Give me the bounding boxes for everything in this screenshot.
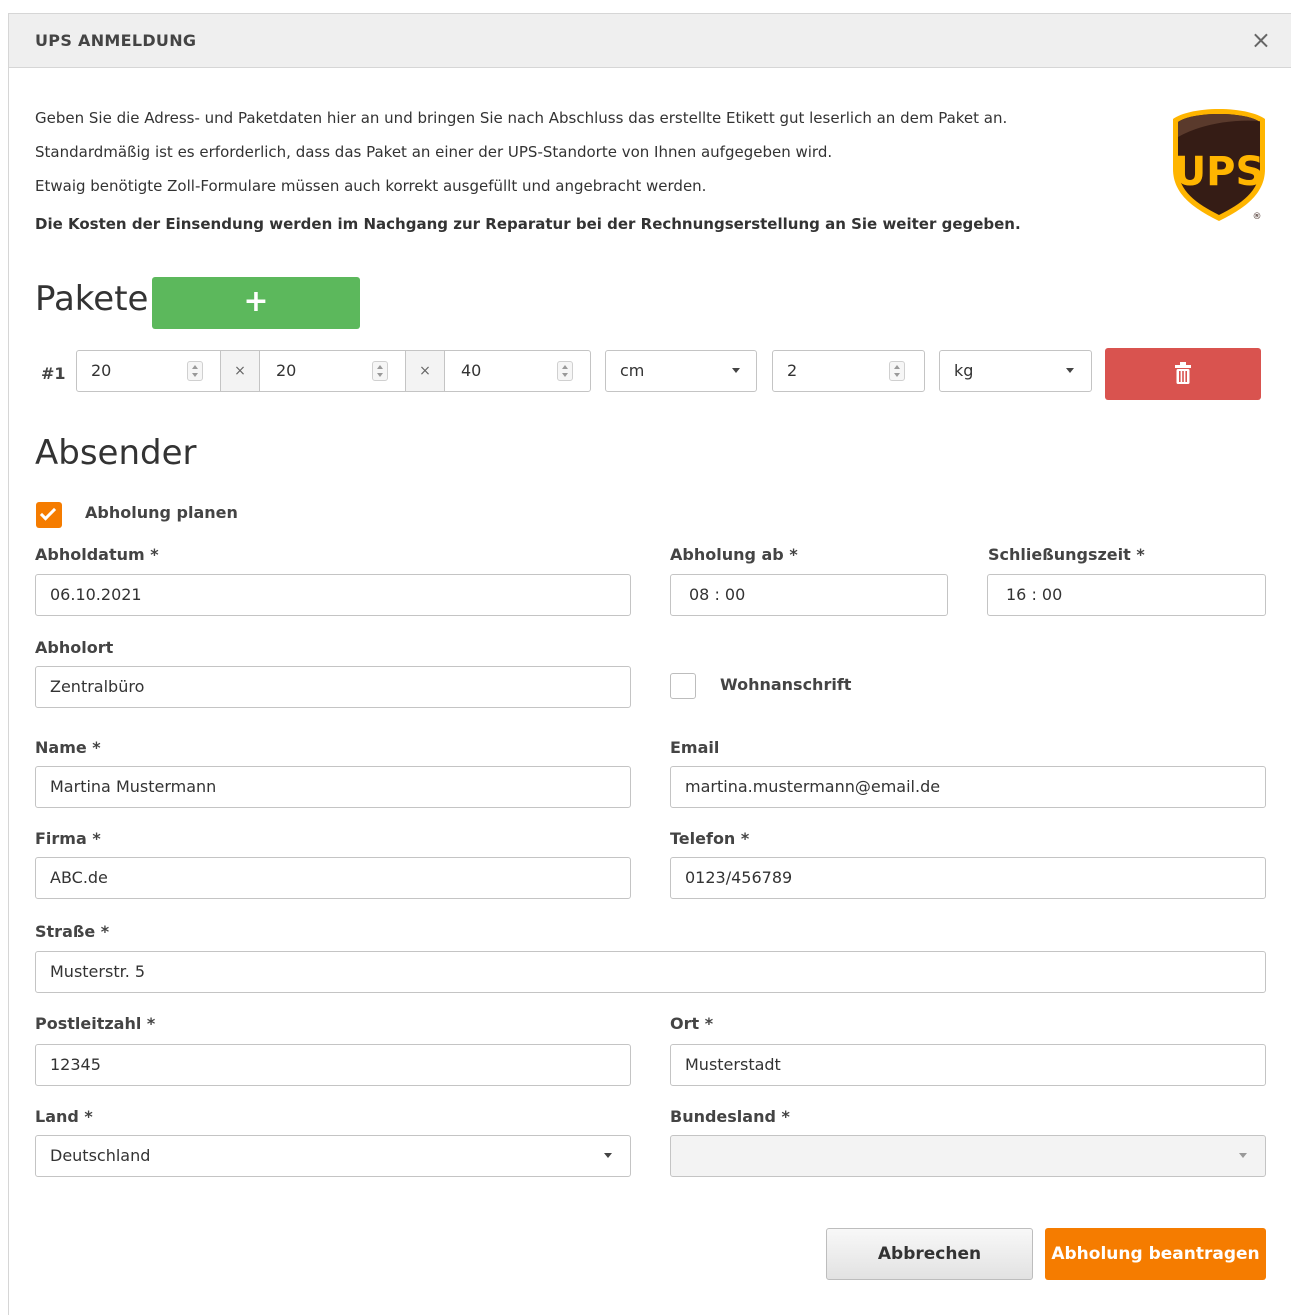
intro-line-3: Etwaig benötigte Zoll-Formulare müssen a…	[35, 177, 707, 195]
plz-label: Postleitzahl *	[35, 1014, 156, 1033]
close-icon[interactable]: ×	[1251, 28, 1271, 52]
trash-icon	[1175, 362, 1191, 384]
svg-text:®: ®	[1253, 212, 1262, 222]
schliessungszeit-label: Schließungszeit *	[988, 545, 1145, 564]
email-input[interactable]: martina.mustermann@email.de	[670, 766, 1266, 808]
times-separator: ×	[220, 351, 260, 391]
ups-logo-icon: UPS ®	[1173, 109, 1265, 222]
package-number: #1	[41, 364, 66, 383]
ort-label: Ort *	[670, 1014, 714, 1033]
pickup-checkbox-label: Abholung planen	[85, 503, 238, 522]
check-icon	[39, 504, 57, 521]
land-value: Deutschland	[50, 1146, 151, 1165]
abholung-ab-label: Abholung ab *	[670, 545, 798, 564]
times-separator: ×	[405, 351, 445, 391]
weight-spinner-icon[interactable]	[889, 361, 905, 381]
abholort-label: Abholort	[35, 638, 114, 657]
weight-input[interactable]: 2	[772, 350, 925, 392]
svg-text:UPS: UPS	[1174, 149, 1265, 195]
name-label: Name *	[35, 738, 101, 757]
plz-input[interactable]: 12345	[35, 1044, 631, 1086]
dialog-header: UPS ANMELDUNG ×	[9, 14, 1291, 68]
weight-unit-value: kg	[954, 361, 974, 380]
chevron-down-icon	[732, 368, 740, 373]
abholung-ab-input[interactable]: 08 : 00	[670, 574, 948, 616]
weight-unit-select[interactable]: kg	[939, 350, 1092, 392]
bundesland-label: Bundesland *	[670, 1107, 790, 1126]
strasse-input[interactable]: Musterstr. 5	[35, 951, 1266, 993]
delete-package-button[interactable]	[1105, 348, 1261, 400]
chevron-down-icon	[604, 1153, 612, 1158]
absender-title: Absender	[35, 433, 197, 473]
chevron-down-icon	[1239, 1153, 1247, 1158]
chevron-down-icon	[1066, 368, 1074, 373]
land-label: Land *	[35, 1107, 93, 1126]
cancel-button[interactable]: Abbrechen	[826, 1228, 1033, 1280]
wohnanschrift-label: Wohnanschrift	[720, 675, 852, 694]
submit-pickup-button[interactable]: Abholung beantragen	[1045, 1228, 1266, 1280]
height-spinner-icon[interactable]	[557, 361, 573, 381]
bundesland-select[interactable]	[670, 1135, 1266, 1177]
email-label: Email	[670, 738, 720, 757]
ups-dialog: UPS ANMELDUNG × Geben Sie die Adress- un…	[8, 13, 1291, 1315]
dimension-unit-value: cm	[620, 361, 645, 380]
telefon-label: Telefon *	[670, 829, 750, 848]
firma-label: Firma *	[35, 829, 101, 848]
land-select[interactable]: Deutschland	[35, 1135, 631, 1177]
name-input[interactable]: Martina Mustermann	[35, 766, 631, 808]
length-spinner-icon[interactable]	[187, 361, 203, 381]
intro-line-4: Die Kosten der Einsendung werden im Nach…	[35, 215, 1021, 233]
schliessungszeit-input[interactable]: 16 : 00	[987, 574, 1266, 616]
wohnanschrift-checkbox[interactable]	[670, 673, 696, 699]
add-package-button[interactable]: +	[152, 277, 360, 329]
firma-input[interactable]: ABC.de	[35, 857, 631, 899]
pickup-checkbox[interactable]	[36, 502, 62, 528]
ort-input[interactable]: Musterstadt	[670, 1044, 1266, 1086]
pakete-title: Pakete	[35, 279, 149, 319]
dimension-unit-select[interactable]: cm	[605, 350, 757, 392]
intro-line-1: Geben Sie die Adress- und Paketdaten hie…	[35, 109, 1008, 127]
width-spinner-icon[interactable]	[372, 361, 388, 381]
dialog-title: UPS ANMELDUNG	[35, 31, 197, 50]
abholdatum-input[interactable]: 06.10.2021	[35, 574, 631, 616]
telefon-input[interactable]: 0123/456789	[670, 857, 1266, 899]
weight-value: 2	[787, 361, 798, 380]
intro-line-2: Standardmäßig ist es erforderlich, dass …	[35, 143, 833, 161]
abholort-input[interactable]: Zentralbüro	[35, 666, 631, 708]
height-input[interactable]: 40	[461, 351, 571, 391]
package-dimensions-group: 20 × 20 × 40	[76, 350, 591, 392]
abholdatum-label: Abholdatum *	[35, 545, 159, 564]
strasse-label: Straße *	[35, 922, 110, 941]
